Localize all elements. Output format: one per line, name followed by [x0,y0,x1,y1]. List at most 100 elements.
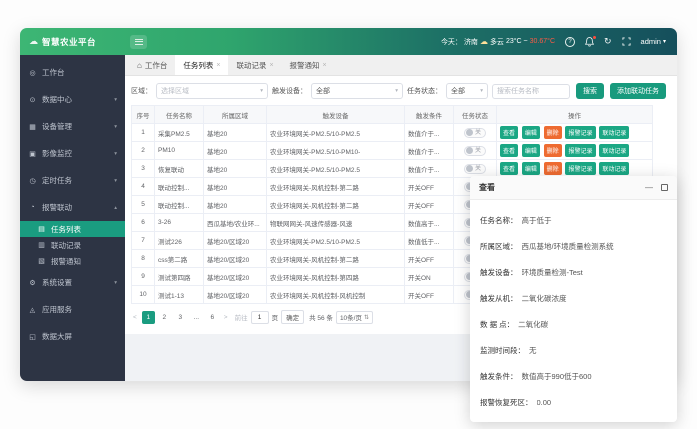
table-row: 2 PM10 基地20 农业环境网关-PM2.5/10-PM10- 数值介于..… [132,142,653,160]
col-trigger-condition: 触发条件 [405,106,454,124]
sidebar-item-alarm-notice[interactable]: ▧ 报警通知 [20,253,125,269]
task-list-icon: ▤ [37,225,46,233]
region-cell: 基地20 [204,178,267,196]
view-button[interactable]: 查看 [500,144,518,157]
sidebar-item-data-center[interactable]: ⊙ 数据中心 ▾ [20,86,125,113]
alarm-record-button[interactable]: 报警记录 [565,126,595,139]
field-label: 报警恢复死区： [480,397,533,408]
field-value: 数值高于990低于600 [522,371,592,382]
linkage-record-button[interactable]: 联动记录 [599,144,629,157]
menu-toggle-button[interactable] [130,35,147,49]
delete-button[interactable]: 删除 [544,126,562,139]
sidebar-item-app-service[interactable]: ◬ 应用服务 [20,296,125,323]
page-1[interactable]: 1 [142,311,155,324]
task-search-input[interactable] [492,84,570,99]
field-value: 0.00 [537,398,552,407]
sidebar-item-data-screen[interactable]: ◱ 数据大屏 [20,323,125,350]
page-3[interactable]: 3 [174,311,187,324]
col-region: 所属区域 [204,106,267,124]
next-page-button[interactable]: > [222,314,230,321]
detail-body: 任务名称： 高于低于 所属区域： 西瓜基地/环境质量检测系统 触发设备： 环境质… [470,200,677,415]
alarm-record-button[interactable]: 报警记录 [565,144,595,157]
tab-linkage-record[interactable]: 联动记录 × [228,55,281,75]
index-cell: 4 [132,178,155,196]
field-value: 二氧化碳浓度 [522,293,567,304]
delete-button[interactable]: 删除 [544,162,562,175]
tab-alarm-notice[interactable]: 报警通知 × [282,55,335,75]
delete-button[interactable]: 删除 [544,144,562,157]
notification-badge [593,36,597,40]
device-select[interactable]: 全部 ▾ [311,83,403,99]
sidebar-item-task-list[interactable]: ▤ 任务列表 [20,221,125,237]
sidebar-item-alarm-linkage[interactable]: ◔ 报警联动 ▴ [20,194,125,221]
condition-cell: 开关OFF [405,286,454,304]
toggle-label: 关 [475,166,481,172]
status-cell: 关 [454,124,497,142]
confirm-button[interactable]: 确定 [281,310,304,324]
edit-button[interactable]: 编辑 [522,126,540,139]
sidebar-item-label: 数据中心 [42,94,72,105]
sidebar-item-video-monitor[interactable]: ▣ 影像监控 ▾ [20,140,125,167]
task-name-cell: 联动控制... [155,196,204,214]
linkage-record-button[interactable]: 联动记录 [599,126,629,139]
minimize-icon[interactable]: — [645,184,653,192]
status-toggle[interactable]: 关 [464,164,486,174]
col-index: 序号 [132,106,155,124]
region-select[interactable]: 选择区域 ▾ [156,83,268,99]
edit-button[interactable]: 编辑 [522,162,540,175]
jump-page-input[interactable] [251,311,269,324]
tab-task-list[interactable]: 任务列表 × [175,55,228,75]
user-menu[interactable]: admin ▾ [641,37,666,46]
sidebar-item-label: 设备管理 [42,121,72,132]
add-task-button[interactable]: 添加联动任务 [610,83,666,99]
sidebar-item-label: 报警联动 [42,202,72,213]
page-size-select[interactable]: 10条/页 ⇅ [336,311,373,324]
field-data-point: 数 据 点： 二氧化碳 [480,311,667,337]
search-button[interactable]: 搜索 [576,83,604,99]
header-right: 今天： 济南 ☁ 多云 23°C ~ 30.67°C ? ↻ admin ▾ [441,36,677,47]
linkage-record-button[interactable]: 联动记录 [599,162,629,175]
refresh-icon[interactable]: ↻ [604,36,612,47]
view-button[interactable]: 查看 [500,126,518,139]
logo: ☁ 智慧农业平台 [20,36,125,48]
field-label: 所属区域： [480,241,518,252]
task-name-cell: 测试第四路 [155,268,204,286]
close-icon[interactable]: × [323,62,327,69]
close-icon[interactable]: × [216,62,220,69]
fullscreen-icon[interactable] [622,37,631,46]
chevron-icon: ▾ [114,124,117,130]
task-name-cell: 测试1-13 [155,286,204,304]
video-monitor-icon: ▣ [28,150,37,158]
sidebar-item-device-mgmt[interactable]: ▦ 设备管理 ▾ [20,113,125,140]
tab-workbench[interactable]: ⌂ 工作台 [129,55,175,75]
help-icon[interactable]: ? [565,37,575,47]
edit-button[interactable]: 编辑 [522,144,540,157]
close-icon[interactable]: × [269,62,273,69]
page-2[interactable]: 2 [158,311,171,324]
page-6[interactable]: 6 [206,311,219,324]
status-toggle[interactable]: 关 [464,146,486,156]
field-dead-zone: 报警恢复死区： 0.00 [480,389,667,415]
alarm-record-button[interactable]: 报警记录 [565,162,595,175]
maximize-icon[interactable] [661,184,668,191]
sidebar-item-settings[interactable]: ⚙ 系统设置 ▾ [20,269,125,296]
page-ellipsis[interactable]: ... [190,311,203,324]
status-toggle[interactable]: 关 [464,128,486,138]
data-screen-icon: ◱ [28,333,37,341]
sidebar-item-label: 定时任务 [42,175,72,186]
sidebar-item-linkage-record[interactable]: ▥ 联动记录 [20,237,125,253]
device-label: 触发设备： [272,86,307,96]
toggle-knob [466,147,473,154]
status-select[interactable]: 全部 ▾ [446,83,488,99]
region-cell: 西瓜基地/农业环... [204,214,267,232]
device-management-icon: ▦ [28,123,37,131]
sidebar-item-workbench[interactable]: ◎ 工作台 [20,59,125,86]
prev-page-button[interactable]: < [131,314,139,321]
index-cell: 10 [132,286,155,304]
toggle-knob [466,165,473,172]
chevron-icon: ▴ [114,205,117,211]
sidebar-item-scheduled-task[interactable]: ◷ 定时任务 ▾ [20,167,125,194]
notification-bell-icon[interactable] [585,37,594,47]
view-button[interactable]: 查看 [500,162,518,175]
region-cell: 基地20 [204,160,267,178]
